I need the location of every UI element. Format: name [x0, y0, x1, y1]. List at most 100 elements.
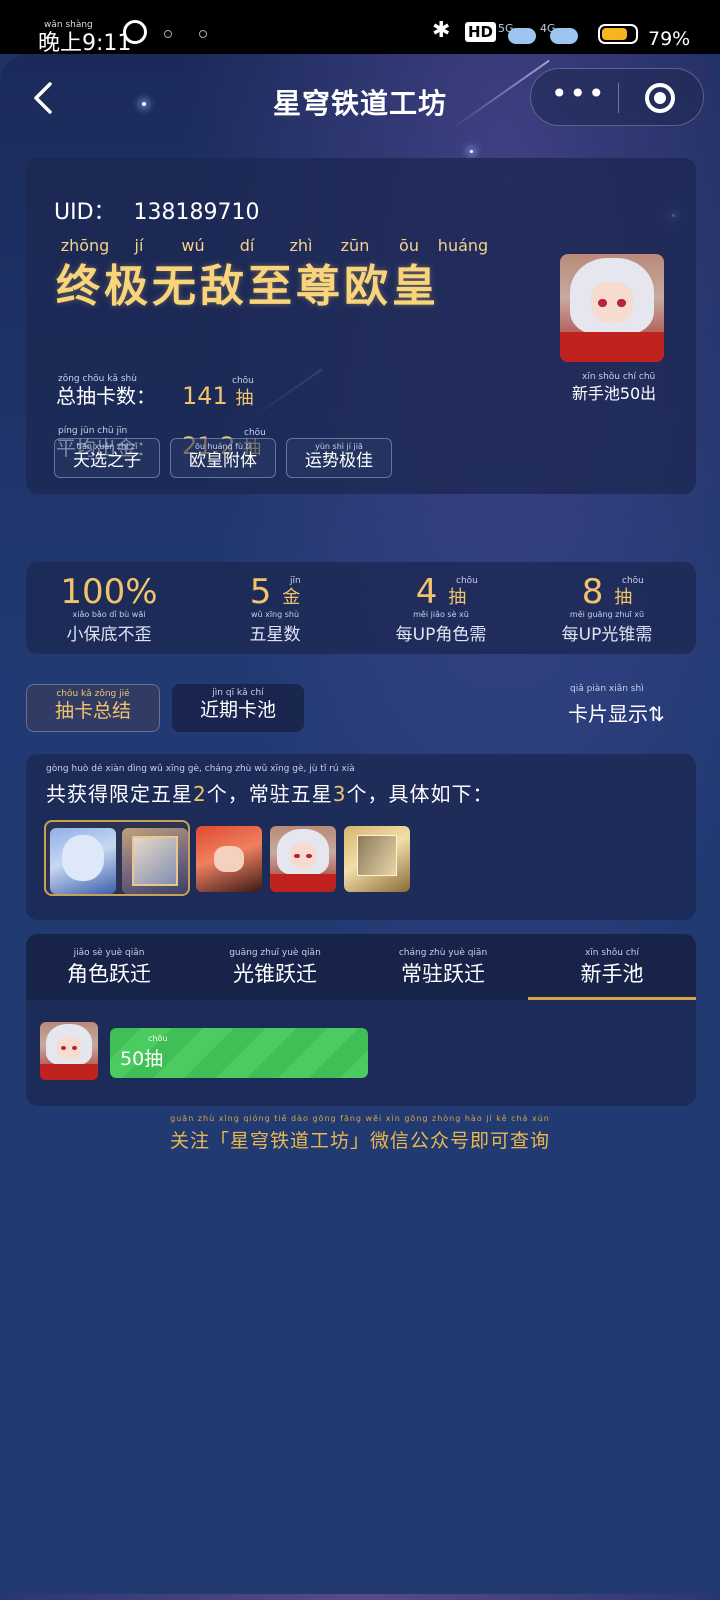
pool-tab-beginner[interactable]: xīn shǒu chí 新手池: [528, 934, 696, 1000]
card-display-toggle[interactable]: qiǎ piàn xiǎn shì 卡片显示⇅: [568, 684, 665, 727]
progress-ruby: chōu: [148, 1034, 168, 1043]
stat-value: 8: [581, 572, 604, 612]
character-avatar: [40, 1022, 98, 1080]
stat-unit-ruby: chōu: [622, 576, 644, 586]
lightcone-thumb[interactable]: [122, 828, 188, 894]
battery-percent: 79%: [648, 28, 691, 50]
gacha-title: 终极无敌至尊欧皇: [56, 261, 440, 312]
uid-value: 138189710: [133, 200, 260, 225]
stat-ruby: wǔ xīng shù: [250, 610, 300, 619]
tab-ruby: chōu kǎ zǒng jié: [56, 689, 130, 699]
character-thumb[interactable]: [50, 828, 116, 894]
stat-ruby: měi jiǎo sè xū: [413, 610, 469, 619]
stat-unit: 抽: [614, 587, 633, 608]
limited-count: 2: [193, 782, 207, 806]
app-screen: 星穹铁道工坊 ••• UID： 138189710 zhōng jí wú dí zhì z…: [0, 54, 720, 1600]
character-avatar: [560, 254, 664, 362]
pool-tab-label: 光锥跃迁: [233, 962, 317, 986]
tab-label: 近期卡池: [199, 699, 276, 721]
tab-recent-pools[interactable]: jìn qī kǎ chí 近期卡池: [172, 684, 304, 732]
total-pulls-value: 141 抽: [182, 382, 253, 410]
character-thumb[interactable]: [270, 826, 336, 892]
tab-gacha-summary[interactable]: chōu kǎ zǒng jié 抽卡总结: [26, 684, 160, 732]
nav-bar: 星穹铁道工坊 •••: [0, 54, 720, 142]
stat-unit: 抽: [448, 587, 467, 608]
five-star-text: 个，具体如下：: [346, 782, 494, 806]
stat-five-star-count: 5 金 wǔ xīng shù 五星数 jīn: [192, 572, 358, 645]
total-pulls-number: 141: [182, 382, 228, 410]
pool-tabs: jiǎo sè yuè qiān 角色跃迁 guāng zhuī yuè qiā…: [26, 934, 696, 1000]
five-star-summary: 共获得限定五星2个，常驻五星3个，具体如下：: [46, 778, 493, 807]
capsule-divider: [618, 83, 619, 113]
battery-icon: [598, 24, 638, 44]
stat-unit-ruby: chōu: [456, 576, 478, 586]
total-pulls-label: 总抽卡数：: [56, 384, 156, 408]
stat-label: 每UP角色需: [395, 625, 487, 645]
stat-unit: 金: [282, 587, 301, 608]
pool-tab-label: 角色跃迁: [67, 962, 151, 986]
pool-record-row[interactable]: chōu 50抽: [40, 1022, 680, 1084]
stat-ruby: měi guāng zhuī xū: [569, 610, 645, 619]
bluetooth-icon: ✱: [432, 18, 451, 43]
tag-ruby: tiān xuǎn zhī zǐ: [76, 442, 138, 451]
stat-per-up-lightcone: 8 抽 měi guāng zhuī xū 每UP光锥需 chōu: [524, 572, 690, 645]
five-star-text: 共获得限定五星: [46, 782, 193, 806]
tag-ruby: ōu huáng fù tǐ: [194, 442, 252, 451]
limited-group[interactable]: [44, 820, 190, 896]
pool-tab-character[interactable]: jiǎo sè yuè qiān 角色跃迁: [26, 934, 192, 1000]
pool-tab-ruby: xīn shǒu chí: [584, 948, 639, 958]
five-star-ruby: gòng huò dé xiàn dìng wǔ xīng gè, cháng …: [46, 764, 355, 774]
stat-unit-ruby: jīn: [290, 576, 301, 586]
uid-row: UID： 138189710: [54, 194, 260, 226]
close-target-icon[interactable]: [645, 83, 675, 113]
hd-voice-icon: HD: [465, 22, 497, 42]
tag-label: 天选之子: [73, 451, 141, 471]
footer-ruby: guān zhù xīng qióng tiě dào gōng fāng wē…: [170, 1114, 550, 1123]
pool-tab-ruby: jiǎo sè yuè qiān: [73, 948, 145, 958]
pity-progress-bar: chōu 50抽: [110, 1028, 368, 1078]
pool-card: jiǎo sè yuè qiān 角色跃迁 guāng zhuī yuè qiā…: [26, 934, 696, 1106]
stat-ruby: xiǎo bǎo dǐ bù wāi: [72, 610, 146, 619]
tag-fortune: yùn shì jí jiā 运势极佳: [286, 438, 392, 478]
stat-per-up-character: 4 抽 měi jiǎo sè xū 每UP角色需 chōu: [358, 572, 524, 645]
total-unit-ruby: chōu: [232, 376, 254, 386]
tag-label: 欧皇附体: [189, 451, 257, 471]
clock: 晚上9:11: [38, 31, 132, 56]
stat-value: 100%: [60, 572, 158, 612]
status-bar: wǎn shàng 晚上9:11 ✱ HD 5G 4G 79%: [0, 0, 720, 56]
standard-count: 3: [332, 782, 347, 806]
character-thumb[interactable]: [196, 826, 262, 892]
signal-4g-icon: [550, 28, 578, 44]
notification-icon: [164, 30, 172, 38]
stat-no-lose: 100% xiǎo bǎo dǐ bù wāi 小保底不歪: [26, 572, 192, 645]
lightcone-thumb[interactable]: [344, 826, 410, 892]
mini-program-capsule: •••: [530, 68, 704, 126]
stat-value: 5: [249, 572, 272, 612]
pool-tab-ruby: guāng zhuī yuè qiān: [229, 948, 321, 958]
tag-chosen-one: tiān xuǎn zhī zǐ 天选之子: [54, 438, 160, 478]
profile-card: UID： 138189710 zhōng jí wú dí zhì zūn ōu huáng 终…: [26, 158, 696, 494]
pity-progress-label: chōu 50抽: [120, 1034, 167, 1071]
tag-label: 运势极佳: [305, 451, 373, 471]
stat-label: 小保底不歪: [66, 625, 152, 645]
pool-tab-lightcone[interactable]: guāng zhuī yuè qiān 光锥跃迁: [192, 934, 358, 1000]
tag-lucky: ōu huáng fù tǐ 欧皇附体: [170, 438, 276, 478]
avg-unit-ruby: chōu: [244, 428, 266, 438]
more-icon[interactable]: •••: [551, 80, 605, 113]
bottom-decoration: [0, 1594, 720, 1600]
pool-tab-label: 新手池: [580, 962, 644, 986]
five-star-card: gòng huò dé xiàn dìng wǔ xīng gè, cháng …: [26, 754, 696, 920]
notification-icon: [199, 30, 207, 38]
title-ruby-syllable: huáng: [437, 236, 489, 255]
tab-label: 抽卡总结: [54, 700, 131, 722]
tag-ruby: yùn shì jí jiā: [315, 442, 363, 451]
pool-tab-standard[interactable]: cháng zhù yuè qiān 常驻跃迁: [360, 934, 526, 1000]
summary-stats: 100% xiǎo bǎo dǐ bù wāi 小保底不歪 5 金 wǔ xīn…: [26, 562, 696, 654]
toggle-ruby: qiǎ piàn xiǎn shì: [570, 684, 644, 694]
stat-value: 4: [415, 572, 438, 612]
star-decoration: [470, 150, 473, 153]
total-pulls-unit: 抽: [235, 388, 254, 409]
stat-label: 五星数: [249, 625, 301, 645]
five-star-text: 个，常驻五星: [206, 782, 333, 806]
pool-tab-label: 常驻跃迁: [401, 962, 485, 986]
